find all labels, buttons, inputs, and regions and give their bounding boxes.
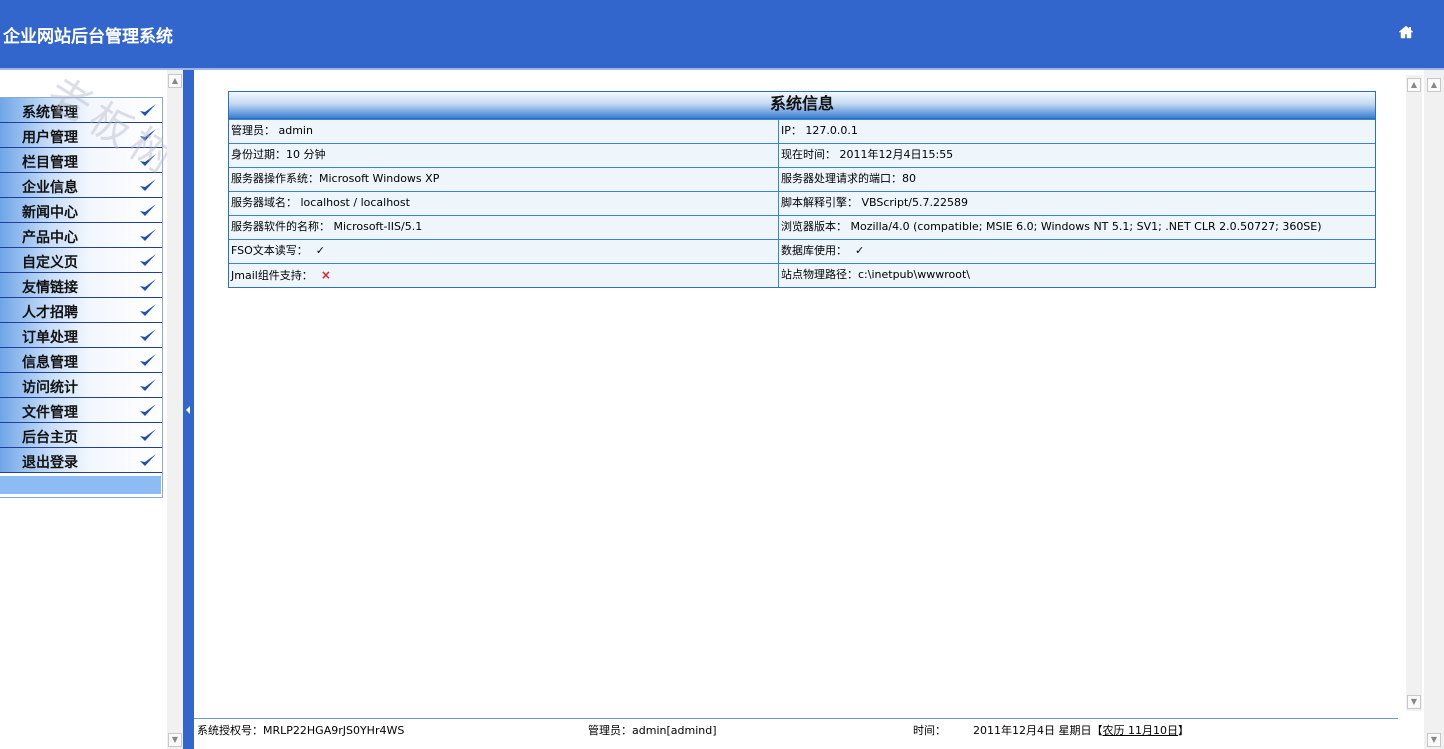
collapse-arrow-icon: [186, 406, 190, 414]
info-cell-server-os: 服务器操作系统：Microsoft Windows XP: [229, 168, 779, 191]
scroll-down-arrow[interactable]: ▼: [1407, 695, 1421, 709]
sidebar-item-logout[interactable]: 退出登录: [0, 448, 162, 473]
check-icon: ✓: [855, 244, 865, 257]
footer-admin: 管理员：admin[admind]: [588, 724, 717, 737]
info-label-jmail: Jmail组件支持：: [231, 269, 313, 282]
window-scrollbar[interactable]: ▲ ▼: [1424, 70, 1444, 749]
table-row: 身份过期：10 分钟 现在时间： 2011年12月4日15:55: [229, 143, 1375, 167]
sidebar-item-label: 栏目管理: [22, 155, 78, 171]
checkmark-icon: [140, 429, 156, 441]
table-row: 服务器域名： localhost / localhost 脚本解释引擎： VBS…: [229, 191, 1375, 215]
sidebar-collapse-handle[interactable]: [183, 70, 194, 749]
checkmark-icon: [140, 279, 156, 291]
sidebar-item-label: 用户管理: [22, 130, 78, 146]
sidebar-item-orders[interactable]: 订单处理: [0, 323, 162, 348]
top-header: 企业网站后台管理系统: [0, 0, 1444, 68]
app-title: 企业网站后台管理系统: [3, 27, 173, 47]
sidebar-item-company[interactable]: 企业信息: [0, 173, 162, 198]
scroll-up-arrow[interactable]: ▲: [1407, 78, 1421, 92]
scroll-up-arrow[interactable]: ▲: [1427, 78, 1441, 92]
info-cell-browser-version: 浏览器版本： Mozilla/4.0 (compatible; MSIE 6.0…: [781, 220, 1322, 233]
sidebar-menu-footer: [0, 476, 161, 494]
sidebar-item-label: 友情链接: [22, 280, 78, 296]
checkmark-icon: [140, 329, 156, 341]
table-row: Jmail组件支持： × 站点物理路径：c:\inetpub\wwwroot\: [229, 263, 1375, 287]
sidebar-item-label: 信息管理: [22, 355, 78, 371]
sidebar-item-custom-page[interactable]: 自定义页: [0, 248, 162, 273]
checkmark-icon: [140, 354, 156, 366]
footer-divider: [194, 718, 1398, 719]
checkmark-icon: [140, 129, 156, 141]
info-cell-session-timeout: 身份过期：10 分钟: [229, 144, 779, 167]
table-row: FSO文本读写： ✓ 数据库使用： ✓: [229, 239, 1375, 263]
table-row: 服务器软件的名称： Microsoft-IIS/5.1 浏览器版本： Mozil…: [229, 215, 1375, 239]
info-label-fso: FSO文本读写：: [231, 244, 308, 257]
sidebar-item-jobs[interactable]: 人才招聘: [0, 298, 162, 323]
info-cell-server-port: 服务器处理请求的端口：80: [781, 172, 916, 185]
sidebar-item-system[interactable]: 系统管理: [0, 98, 162, 123]
footer-time-label: 时间：: [913, 724, 946, 737]
checkmark-icon: [140, 104, 156, 116]
sidebar-item-label: 后台主页: [22, 430, 78, 446]
table-row: 管理员： admin IP： 127.0.0.1: [229, 119, 1375, 143]
info-cell-script-engine: 脚本解释引擎： VBScript/5.7.22589: [781, 196, 968, 209]
checkmark-icon: [140, 179, 156, 191]
lunar-date-link[interactable]: 农历 11月10日: [1103, 724, 1179, 737]
sidebar-scrollbar[interactable]: ▲ ▼: [167, 70, 183, 749]
footer-date-text: 2011年12月4日 星期日【: [973, 724, 1103, 737]
sidebar-item-messages[interactable]: 信息管理: [0, 348, 162, 373]
info-label-database: 数据库使用：: [781, 244, 847, 257]
info-cell-fso: FSO文本读写： ✓: [229, 240, 779, 263]
checkmark-icon: [140, 254, 156, 266]
system-info-title: 系统信息: [229, 92, 1375, 119]
info-cell-ip: IP： 127.0.0.1: [781, 124, 858, 137]
check-icon: ✓: [315, 244, 325, 257]
info-cell-database: 数据库使用： ✓: [779, 240, 1375, 263]
sidebar-item-label: 新闻中心: [22, 205, 78, 221]
sidebar-item-label: 访问统计: [22, 380, 78, 396]
sidebar-item-label: 企业信息: [22, 180, 78, 196]
info-cell-server-software: 服务器软件的名称： Microsoft-IIS/5.1: [229, 216, 779, 239]
sidebar-item-stats[interactable]: 访问统计: [0, 373, 162, 398]
info-cell-physical-path: 站点物理路径：c:\inetpub\wwwroot\: [781, 268, 970, 281]
sidebar-item-label: 系统管理: [22, 105, 78, 121]
sidebar-item-label: 退出登录: [22, 455, 78, 471]
sidebar-item-label: 文件管理: [22, 405, 78, 421]
content-scrollbar[interactable]: ▲ ▼: [1406, 75, 1422, 711]
sidebar-item-label: 人才招聘: [22, 305, 78, 321]
sidebar-item-users[interactable]: 用户管理: [0, 123, 162, 148]
info-cell-current-time: 现在时间： 2011年12月4日15:55: [781, 148, 954, 161]
scroll-down-arrow[interactable]: ▼: [1427, 733, 1441, 747]
sidebar-item-products[interactable]: 产品中心: [0, 223, 162, 248]
info-cell-jmail: Jmail组件支持： ×: [229, 264, 779, 287]
sidebar-item-news[interactable]: 新闻中心: [0, 198, 162, 223]
cross-icon: ×: [320, 268, 331, 282]
system-info-table: 系统信息 管理员： admin IP： 127.0.0.1 身份过期：10 分钟…: [228, 91, 1376, 288]
checkmark-icon: [140, 304, 156, 316]
footer-license: 系统授权号：MRLP22HGA9rJS0YHr4WS: [197, 724, 405, 737]
checkmark-icon: [140, 379, 156, 391]
info-cell-admin: 管理员： admin: [229, 120, 779, 143]
sidebar-item-label: 订单处理: [22, 330, 78, 346]
checkmark-icon: [140, 204, 156, 216]
home-icon[interactable]: [1398, 24, 1414, 40]
scroll-up-arrow[interactable]: ▲: [168, 74, 182, 88]
sidebar-item-links[interactable]: 友情链接: [0, 273, 162, 298]
sidebar-item-label: 产品中心: [22, 230, 78, 246]
sidebar-item-columns[interactable]: 栏目管理: [0, 148, 162, 173]
sidebar-item-label: 自定义页: [22, 255, 78, 271]
info-cell-server-domain: 服务器域名： localhost / localhost: [229, 192, 779, 215]
sidebar-menu: 系统管理 用户管理 栏目管理 企业信息 新闻中心 产品中心 自定义页 友情链接 …: [0, 97, 163, 498]
table-row: 服务器操作系统：Microsoft Windows XP 服务器处理请求的端口：…: [229, 167, 1375, 191]
sidebar-item-home[interactable]: 后台主页: [0, 423, 162, 448]
footer-date-close: 】: [1178, 724, 1189, 737]
checkmark-icon: [140, 154, 156, 166]
checkmark-icon: [140, 229, 156, 241]
checkmark-icon: [140, 454, 156, 466]
footer-date: 2011年12月4日 星期日【农历 11月10日】: [973, 722, 1189, 738]
scroll-down-arrow[interactable]: ▼: [168, 733, 182, 747]
sidebar-item-files[interactable]: 文件管理: [0, 398, 162, 423]
checkmark-icon: [140, 404, 156, 416]
